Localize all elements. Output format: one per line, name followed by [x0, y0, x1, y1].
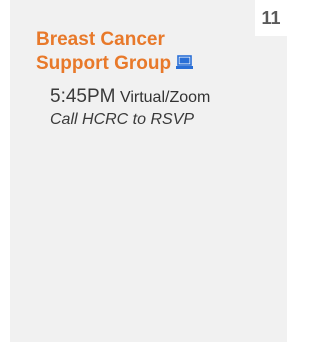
event-title-line1[interactable]: Breast Cancer: [36, 29, 165, 50]
event-details: 5:45PM Virtual/Zoom Call HCRC to RSVP: [50, 86, 256, 131]
calendar-day-cell: 11 Breast Cancer Support Group 5:45PM Vi…: [10, 0, 287, 342]
event-time-location: 5:45PM Virtual/Zoom: [50, 86, 256, 109]
event-time: 5:45PM: [50, 86, 116, 107]
day-number: 11: [255, 0, 287, 36]
event-rsvp-note: Call HCRC to RSVP: [50, 111, 195, 128]
event-location: Virtual/Zoom: [119, 89, 211, 106]
calendar-event[interactable]: Breast Cancer Support Group 5:45PM Virtu…: [36, 28, 256, 131]
laptop-icon: [175, 53, 194, 69]
event-title[interactable]: Breast Cancer Support Group: [36, 28, 256, 76]
event-title-line2[interactable]: Support Group: [36, 53, 171, 74]
